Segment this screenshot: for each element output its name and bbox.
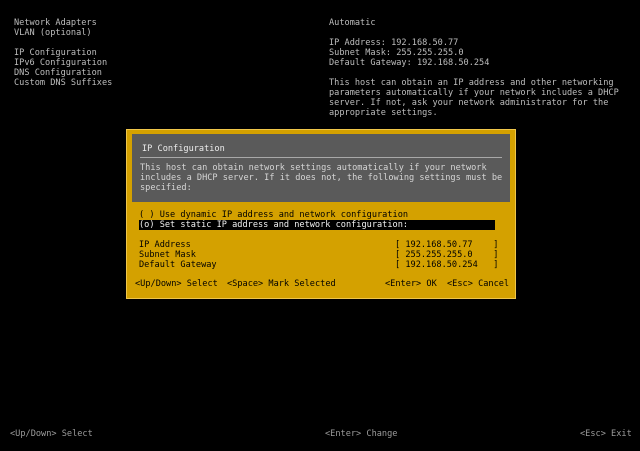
info-description-line: appropriate settings. bbox=[329, 108, 438, 118]
subnet-mask-label: Subnet Mask bbox=[139, 250, 196, 260]
space-action-label: Mark Selected bbox=[268, 279, 336, 289]
menu-item-network-adapters[interactable]: Network Adapters bbox=[14, 18, 112, 28]
default-gateway-label: Default Gateway bbox=[139, 260, 217, 270]
updown-key[interactable]: <Up/Down> bbox=[135, 279, 182, 289]
menu-item-ip-configuration[interactable]: IP Configuration bbox=[14, 48, 112, 58]
space-mark-hint: <Space> Mark Selected bbox=[227, 279, 336, 289]
subnet-mask-field[interactable]: [ 255.255.255.0 ] bbox=[395, 250, 498, 260]
ip-mode: Automatic bbox=[329, 18, 376, 28]
current-default-gateway: Default Gateway: 192.168.50.254 bbox=[329, 58, 490, 68]
current-ip-address: IP Address: 192.168.50.77 bbox=[329, 38, 459, 48]
ok-label: OK bbox=[426, 279, 437, 289]
left-menu: Network Adapters VLAN (optional) IP Conf… bbox=[14, 18, 112, 88]
dynamic-ip-radio-option[interactable]: ( ) Use dynamic IP address and network c… bbox=[139, 210, 408, 220]
info-description-line: This host can obtain an IP address and o… bbox=[329, 78, 614, 88]
bottom-exit-hint[interactable]: <Esc> Exit bbox=[580, 429, 632, 439]
dialog-description-line: This host can obtain network settings au… bbox=[140, 163, 487, 173]
info-description-line: server. If not, ask your network adminis… bbox=[329, 98, 609, 108]
dialog-description: This host can obtain network settings au… bbox=[140, 163, 503, 193]
menu-spacer bbox=[14, 38, 112, 48]
updown-action-label: Select bbox=[186, 279, 218, 289]
space-key[interactable]: <Space> bbox=[227, 279, 263, 289]
info-panel: Automatic IP Address: 192.168.50.77 Subn… bbox=[329, 18, 629, 118]
footer-strip bbox=[0, 443, 640, 451]
ip-configuration-dialog: IP Configuration This host can obtain ne… bbox=[126, 129, 516, 299]
ip-address-label: IP Address bbox=[139, 240, 191, 250]
default-gateway-field[interactable]: [ 192.168.50.254 ] bbox=[395, 260, 498, 270]
static-ip-radio-option[interactable]: (o) Set static IP address and network co… bbox=[139, 220, 495, 230]
ip-address-field[interactable]: [ 192.168.50.77 ] bbox=[395, 240, 498, 250]
enter-ok-hint: <Enter> OK bbox=[385, 279, 437, 289]
current-subnet-mask: Subnet Mask: 255.255.255.0 bbox=[329, 48, 464, 58]
dialog-description-line: specified: bbox=[140, 183, 192, 193]
cancel-label: Cancel bbox=[478, 279, 510, 289]
bottom-change-hint[interactable]: <Enter> Change bbox=[325, 429, 397, 439]
esc-cancel-hint: <Esc> Cancel bbox=[447, 279, 509, 289]
dialog-description-line: includes a DHCP server. If it does not, … bbox=[140, 173, 503, 183]
info-description-line: parameters automatically if your network… bbox=[329, 88, 619, 98]
menu-item-dns-configuration[interactable]: DNS Configuration bbox=[14, 68, 112, 78]
bottom-select-hint[interactable]: <Up/Down> Select bbox=[10, 429, 93, 439]
dialog-divider bbox=[140, 157, 502, 158]
dialog-header: IP Configuration This host can obtain ne… bbox=[132, 134, 510, 202]
updown-select-hint: <Up/Down> Select bbox=[135, 279, 218, 289]
menu-item-ipv6-configuration[interactable]: IPv6 Configuration bbox=[14, 58, 112, 68]
menu-item-vlan[interactable]: VLAN (optional) bbox=[14, 28, 112, 38]
menu-item-custom-dns-suffixes[interactable]: Custom DNS Suffixes bbox=[14, 78, 112, 88]
cancel-button[interactable]: <Esc> bbox=[447, 279, 473, 289]
dialog-title: IP Configuration bbox=[142, 144, 225, 154]
ok-button[interactable]: <Enter> bbox=[385, 279, 421, 289]
